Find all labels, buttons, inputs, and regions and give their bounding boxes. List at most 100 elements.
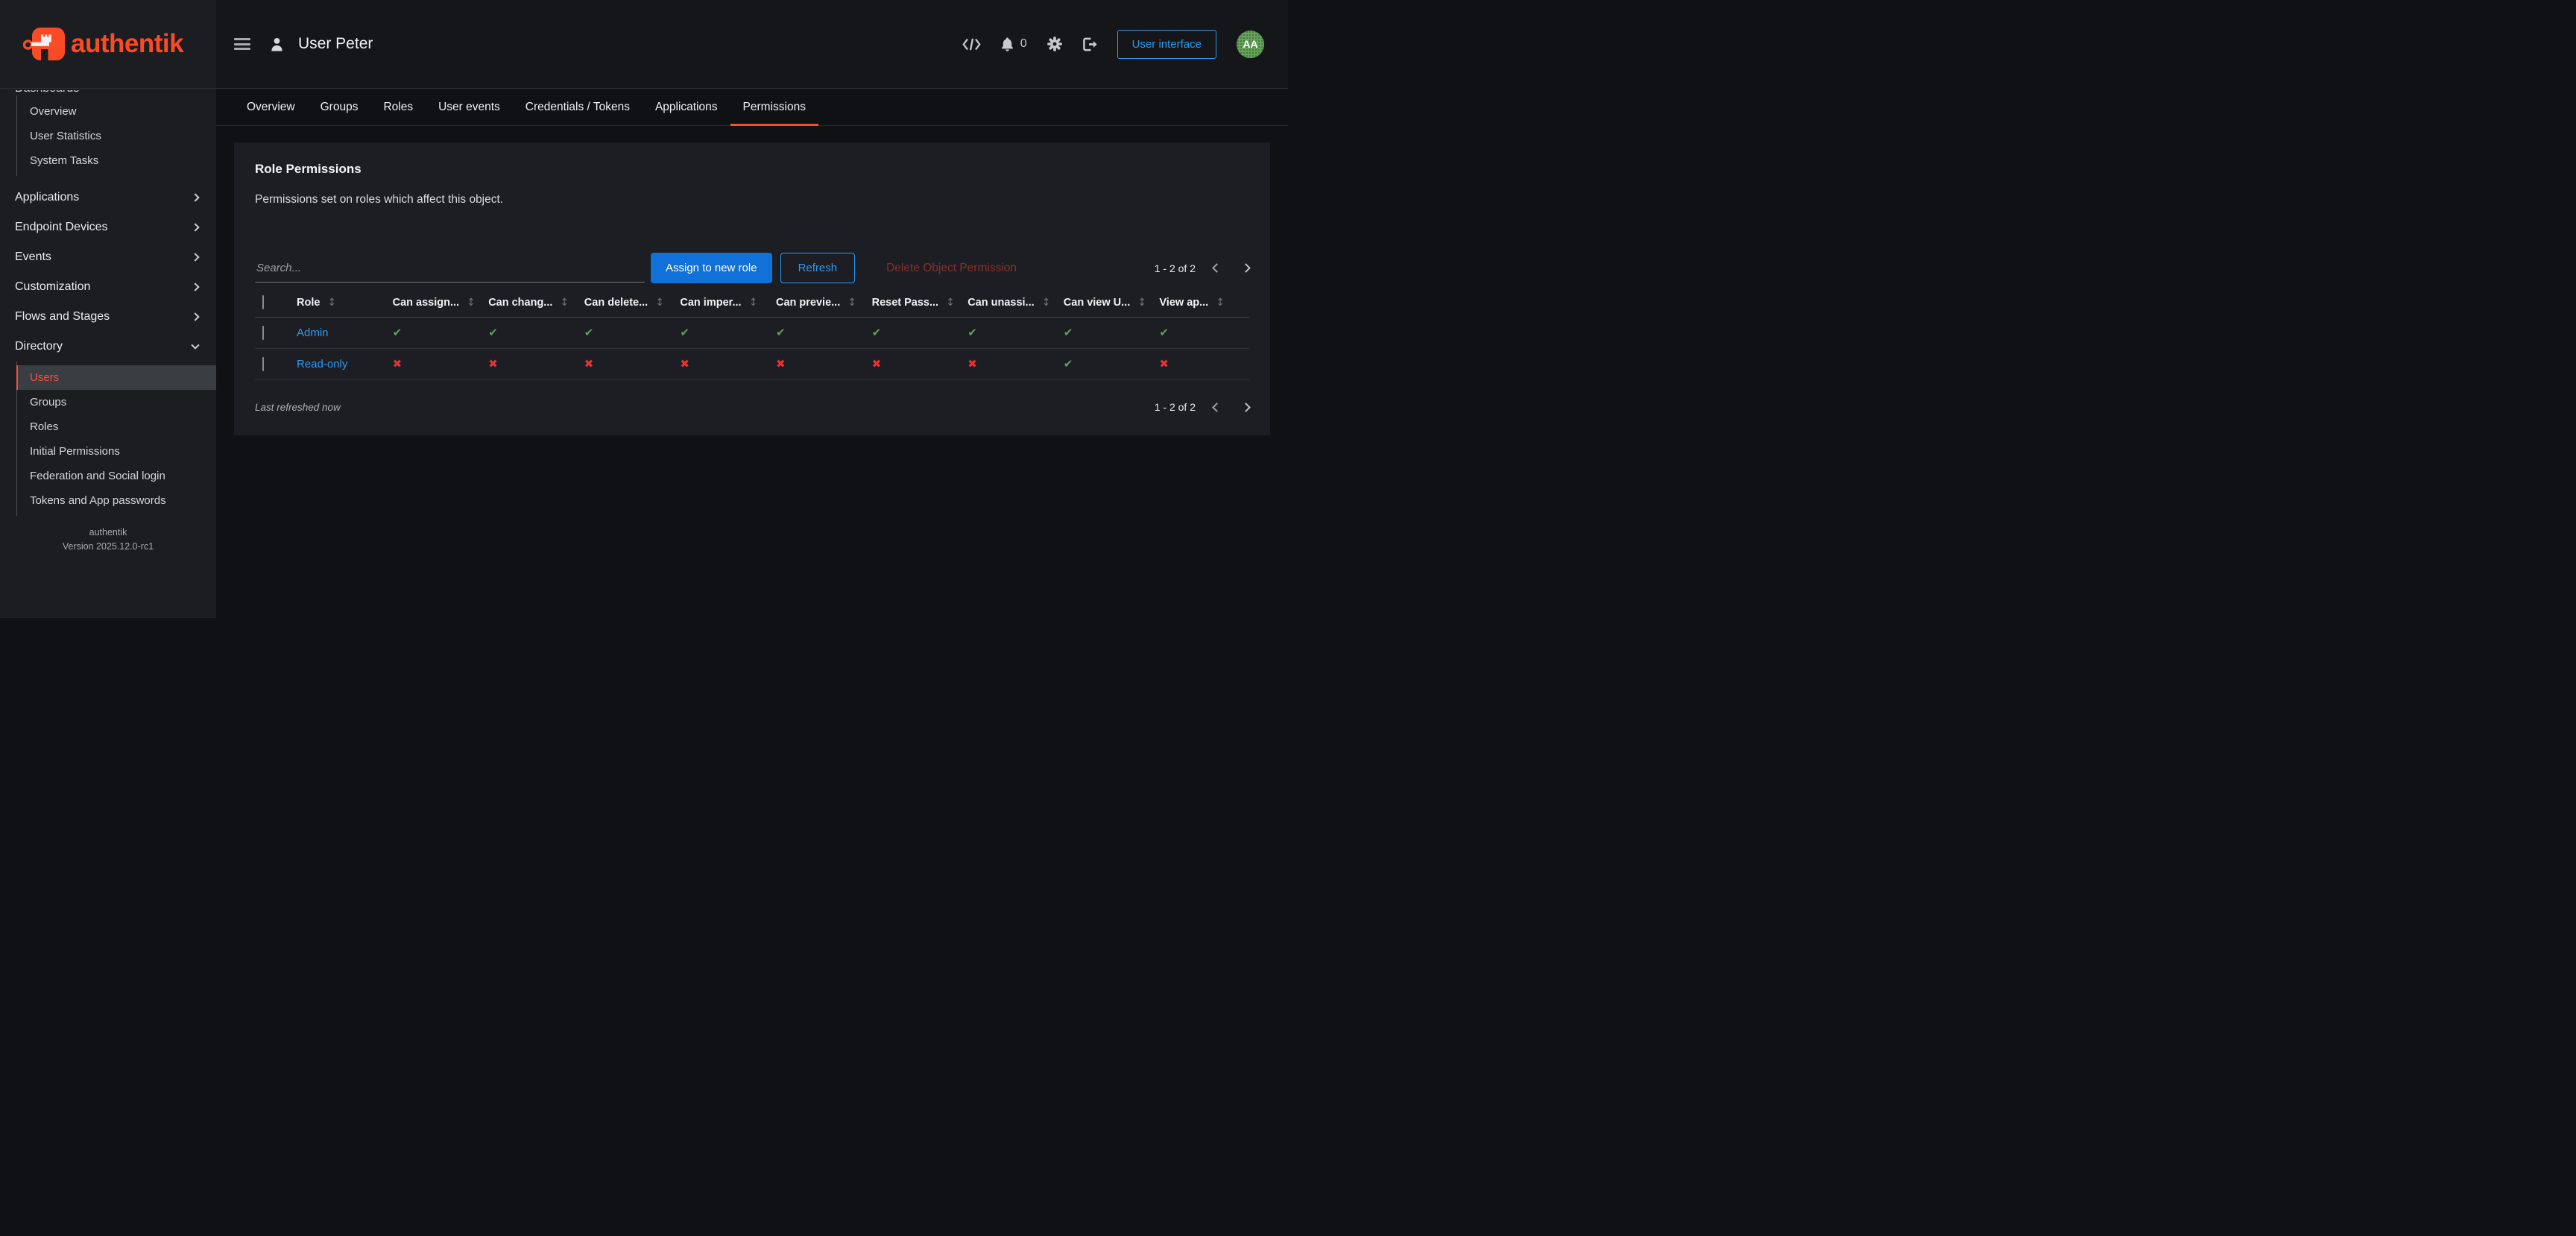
permission-cell: ✖	[578, 357, 675, 371]
sidebar-item-flows-and-stages[interactable]: Flows and Stages	[0, 302, 216, 332]
tab-overview[interactable]: Overview	[234, 89, 308, 125]
column-label: Can assign...	[393, 297, 459, 309]
column-header-reset-pass[interactable]: Reset Pass...↕	[866, 297, 962, 309]
table-toolbar: Assign to new role Refresh Delete Object…	[255, 253, 1249, 283]
sidebar-item-endpoint-devices[interactable]: Endpoint Devices	[0, 212, 216, 242]
tab-credentials-tokens[interactable]: Credentials / Tokens	[513, 89, 643, 125]
pagination-bottom: 1 - 2 of 2	[1155, 401, 1249, 413]
permission-granted-icon: ✔	[387, 326, 402, 339]
delete-object-permission-button[interactable]: Delete Object Permission	[886, 262, 1017, 275]
header-checkbox-cell	[255, 296, 291, 309]
permission-cell: ✔	[770, 326, 866, 340]
permission-granted-icon: ✔	[578, 326, 594, 339]
sidebar-item-tokens-and-app-passwords[interactable]: Tokens and App passwords	[17, 488, 216, 513]
sidebar-item-directory[interactable]: Directory	[0, 332, 216, 362]
row-checkbox[interactable]	[262, 357, 264, 371]
masthead-main: User Peter 0	[216, 0, 1288, 88]
role-link-read-only[interactable]: Read-only	[291, 358, 347, 371]
sign-out-icon[interactable]	[1082, 37, 1097, 51]
column-label: Can view U...	[1064, 297, 1130, 309]
column-header-can-delete[interactable]: Can delete...↕	[578, 297, 675, 309]
sidebar-item-users[interactable]: Users	[17, 365, 216, 390]
row-checkbox[interactable]	[262, 326, 264, 340]
search-input[interactable]	[255, 254, 645, 283]
sidebar-item-federation-and-social-login[interactable]: Federation and Social login	[17, 464, 216, 488]
role-cell: Read-only	[291, 358, 387, 371]
column-header-can-previe[interactable]: Can previe...↕	[770, 297, 866, 309]
assign-to-new-role-button[interactable]: Assign to new role	[651, 253, 772, 283]
column-label: Can chang...	[488, 297, 552, 309]
permission-denied-icon: ✖	[1153, 357, 1169, 371]
sidebar-item-customization[interactable]: Customization	[0, 272, 216, 302]
sidebar-item-initial-permissions[interactable]: Initial Permissions	[17, 439, 216, 464]
sort-icon: ↕	[467, 297, 476, 309]
tab-roles[interactable]: Roles	[370, 89, 426, 125]
sidebar-item-roles[interactable]: Roles	[17, 414, 216, 439]
pagination-count: 1 - 2 of 2	[1155, 262, 1196, 274]
content-area: Role Permissions Permissions set on role…	[216, 126, 1288, 452]
api-code-icon[interactable]	[962, 38, 981, 51]
column-header-can-assign[interactable]: Can assign... ↕	[387, 297, 483, 309]
table-header-row: Role↕Can assign...↕Can chang...↕Can dele…	[255, 288, 1249, 318]
chevron-right-icon	[191, 193, 199, 201]
sidebar-item-applications[interactable]: Applications	[0, 183, 216, 212]
permission-granted-icon: ✔	[1153, 326, 1169, 339]
role-link-admin[interactable]: Admin	[291, 327, 329, 339]
settings-gear-icon[interactable]	[1047, 37, 1062, 51]
permission-cell: ✔	[482, 326, 578, 340]
sort-icon: ↕	[1137, 297, 1146, 309]
pagination-next-icon[interactable]	[1241, 403, 1251, 412]
column-header-view-ap[interactable]: View ap... ↕	[1153, 297, 1249, 309]
column-label: Can imper...	[680, 297, 741, 309]
table-row-admin: Admin✔✔✔✔✔✔✔✔✔	[255, 318, 1249, 349]
column-header-role[interactable]: Role↕	[291, 297, 387, 309]
notifications-count: 0	[1020, 37, 1027, 51]
pagination-prev-icon[interactable]	[1212, 403, 1222, 412]
tab-user-events[interactable]: User events	[426, 89, 513, 125]
page-title: User Peter	[298, 35, 373, 53]
tab-groups[interactable]: Groups	[308, 89, 371, 125]
pagination-prev-icon[interactable]	[1212, 263, 1222, 273]
dashboards-submenu: OverviewUser StatisticsSystem Tasks	[16, 95, 216, 176]
permission-granted-icon: ✔	[866, 326, 882, 339]
footer-app-name: authentik	[0, 526, 216, 540]
brand-logo[interactable]: authentik	[0, 0, 216, 88]
permission-cell: ✔	[674, 326, 770, 340]
permission-cell: ✔	[1058, 357, 1154, 371]
avatar[interactable]: AA	[1237, 31, 1264, 58]
user-icon	[269, 37, 285, 52]
refresh-button[interactable]: Refresh	[780, 253, 856, 283]
tab-permissions[interactable]: Permissions	[730, 89, 818, 125]
user-interface-button[interactable]: User interface	[1117, 30, 1216, 59]
column-header-can-view-u[interactable]: Can view U... ↕	[1058, 297, 1154, 309]
permission-denied-icon: ✖	[674, 357, 689, 371]
permission-cell: ✔	[578, 326, 675, 340]
select-all-checkbox[interactable]	[262, 295, 264, 309]
masthead-controls: 0 U	[962, 30, 1264, 59]
sidebar-item-events[interactable]: Events	[0, 242, 216, 272]
pagination-count: 1 - 2 of 2	[1155, 401, 1196, 413]
tab-applications[interactable]: Applications	[643, 89, 730, 125]
row-checkbox-cell	[255, 358, 291, 371]
brand-wordmark: authentik	[71, 29, 183, 59]
pagination-next-icon[interactable]	[1241, 263, 1251, 273]
permission-cell: ✖	[387, 357, 483, 371]
column-label: View ap...	[1159, 297, 1208, 309]
permission-denied-icon: ✖	[770, 357, 786, 371]
role-permissions-table: Role↕Can assign...↕Can chang...↕Can dele…	[255, 288, 1249, 380]
sidebar-item-groups[interactable]: Groups	[17, 390, 216, 414]
sidebar-toggle-hamburger-icon[interactable]	[234, 38, 250, 50]
sidebar-item-user-statistics[interactable]: User Statistics	[17, 124, 216, 148]
column-header-can-imper[interactable]: Can imper...↕	[674, 297, 770, 309]
sidebar-footer: authentik Version 2025.12.0-rc1	[0, 526, 216, 554]
permission-cell: ✖	[770, 357, 866, 371]
sidebar-item-system-tasks[interactable]: System Tasks	[17, 148, 216, 173]
sidebar-item-dashboards-clipped[interactable]: Dashboards	[0, 90, 216, 95]
column-header-can-chang[interactable]: Can chang...↕	[482, 297, 578, 309]
row-checkbox-cell	[255, 327, 291, 340]
sidebar-item-overview[interactable]: Overview	[17, 99, 216, 124]
notifications-button[interactable]: 0	[1001, 37, 1027, 51]
permission-cell: ✖	[962, 357, 1058, 371]
sort-icon: ↕	[1216, 297, 1225, 309]
column-header-can-unassi[interactable]: Can unassi...↕	[962, 297, 1058, 309]
